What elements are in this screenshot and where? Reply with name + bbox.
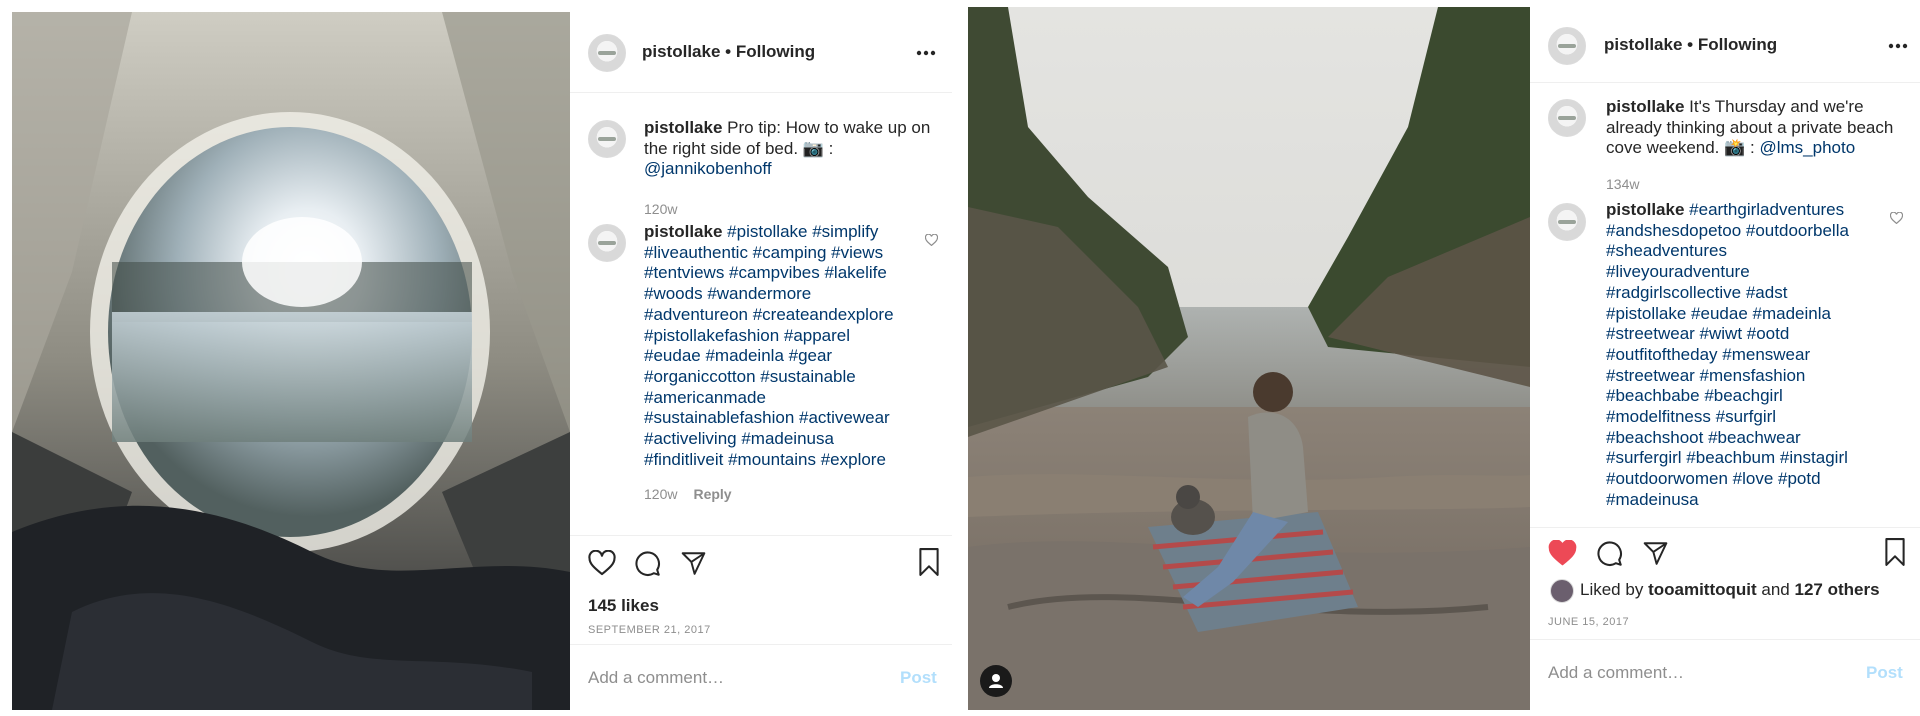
hashtag-line[interactable]: #beachshoot #beachwear <box>1606 428 1896 449</box>
post2-comment-divider <box>1530 639 1920 640</box>
save-bookmark-icon[interactable] <box>1884 538 1906 566</box>
hashtag-line[interactable]: #sheadventures <box>1606 241 1896 262</box>
post1-header-divider <box>570 92 952 93</box>
post2-photo[interactable] <box>968 7 1530 710</box>
reply-button[interactable]: Reply <box>693 486 731 502</box>
post1-header-avatar[interactable] <box>588 34 626 72</box>
more-options-icon[interactable] <box>916 50 936 56</box>
hashtag-line[interactable]: #eudae #madeinla #gear <box>644 346 924 367</box>
hashtag-line[interactable]: #pistollake #simplify <box>727 222 878 241</box>
post1-header-identity: pistollake • Following <box>642 42 815 62</box>
post1-comment-avatar[interactable] <box>588 224 626 262</box>
hashtag-line[interactable]: #americanmade <box>644 388 924 409</box>
post1-caption-avatar[interactable] <box>588 120 626 158</box>
liked-by-avatar[interactable] <box>1550 579 1574 603</box>
post2-comment-input[interactable] <box>1548 661 1828 685</box>
post2-caption-age: 134w <box>1606 176 1640 192</box>
hashtag-line[interactable]: #tentviews #campvibes #lakelife <box>644 263 924 284</box>
comment-line: pistollake #earthgirladventures <box>1606 200 1896 221</box>
post1-photo[interactable] <box>12 12 570 710</box>
hashtag-line[interactable]: #surfergirl #beachbum #instagirl <box>1606 448 1896 469</box>
comment-line: pistollake #pistollake #simplify <box>644 222 924 243</box>
post1-comment: pistollake #pistollake #simplify #liveau… <box>644 222 924 470</box>
hashtag-line[interactable]: #radgirlscollective #adst <box>1606 283 1896 304</box>
tagged-user-icon[interactable] <box>980 665 1012 697</box>
post2-header-separator: • <box>1682 35 1698 54</box>
comment-like-icon[interactable] <box>925 234 938 246</box>
liked-by-prefix: Liked by <box>1580 580 1644 599</box>
hashtag-line[interactable]: #madeinusa <box>1606 490 1896 511</box>
comment-bubble-icon[interactable] <box>1596 540 1623 567</box>
hashtag-line[interactable]: #streetwear #mensfashion <box>1606 366 1896 387</box>
post1-date: September 21, 2017 <box>588 624 711 636</box>
post1-actions-divider <box>570 535 952 536</box>
hashtag-line[interactable]: #activeliving #madeinusa <box>644 429 924 450</box>
post2-follow-status[interactable]: Following <box>1698 35 1777 54</box>
post2-caption-mention[interactable]: @lms_photo <box>1759 138 1855 157</box>
hashtag-line[interactable]: #liveyouradventure <box>1606 262 1896 283</box>
liked-by-and: and <box>1761 580 1790 599</box>
hashtag-line[interactable]: #organiccotton #sustainable <box>644 367 924 388</box>
post1-comment-age: 120w <box>644 486 678 502</box>
post2-header-identity: pistollake • Following <box>1604 35 1777 55</box>
post1-comment-meta: 120w Reply <box>644 486 732 502</box>
post2-date: June 15, 2017 <box>1548 616 1630 628</box>
post1-caption-mention[interactable]: @jannikobenhoff <box>644 159 772 178</box>
post1-header-separator: • <box>720 42 736 61</box>
hashtag-line[interactable]: #andshesdopetoo #outdoorbella <box>1606 221 1896 242</box>
hashtag-line[interactable]: #beachbabe #beachgirl <box>1606 386 1896 407</box>
post1-panel: pistollake • Following pistollake Pro ti… <box>570 12 952 710</box>
post1-caption: pistollake Pro tip: How to wake up on th… <box>644 118 934 180</box>
hashtag-line[interactable]: #pistollakefashion #apparel <box>644 326 924 347</box>
post2-comment-username[interactable]: pistollake <box>1606 200 1684 219</box>
liked-heart-icon[interactable] <box>1548 540 1577 566</box>
hashtag-line[interactable]: #woods #wandermore <box>644 284 924 305</box>
hashtag-line[interactable]: #liveauthentic #camping #views <box>644 243 924 264</box>
post2-comment-avatar[interactable] <box>1548 203 1586 241</box>
post2-panel: pistollake • Following pistollake It's T… <box>1530 7 1920 710</box>
hashtag-line[interactable]: #adventureon #createandexplore <box>644 305 924 326</box>
liked-by-others[interactable]: 127 others <box>1795 580 1880 599</box>
post2-caption-username[interactable]: pistollake <box>1606 97 1684 116</box>
post1-comment-input[interactable] <box>588 666 868 690</box>
hashtag-line[interactable]: #finditliveit #mountains #explore <box>644 450 924 471</box>
post1-comment-divider <box>570 644 952 645</box>
like-heart-icon[interactable] <box>588 550 616 576</box>
post2-post-button[interactable]: Post <box>1866 663 1903 683</box>
post1-comment-username[interactable]: pistollake <box>644 222 722 241</box>
comment-bubble-icon[interactable] <box>634 550 661 577</box>
post1-header-username[interactable]: pistollake <box>642 42 720 61</box>
hashtag-line[interactable]: #earthgirladventures <box>1689 200 1844 219</box>
post2-liked-by: Liked by tooamittoquit and 127 others <box>1580 580 1880 601</box>
post2-header-username[interactable]: pistollake <box>1604 35 1682 54</box>
hashtag-line[interactable]: #sustainablefashion #activewear <box>644 408 924 429</box>
more-options-icon[interactable] <box>1888 43 1908 49</box>
post1-post-button[interactable]: Post <box>900 668 937 688</box>
post2-header-avatar[interactable] <box>1548 27 1586 65</box>
post2-actions-divider <box>1530 527 1920 528</box>
hashtag-line[interactable]: #pistollake #eudae #madeinla <box>1606 304 1896 325</box>
hashtag-line[interactable]: #outdoorwomen #love #potd <box>1606 469 1896 490</box>
post2-caption-avatar[interactable] <box>1548 99 1586 137</box>
post1-caption-age: 120w <box>644 201 678 217</box>
post2-comment: pistollake #earthgirladventures #andshes… <box>1606 200 1896 511</box>
hashtag-line[interactable]: #modelfitness #surfgirl <box>1606 407 1896 428</box>
post2-header-divider <box>1530 82 1920 83</box>
hashtag-line[interactable]: #outfitoftheday #menswear <box>1606 345 1896 366</box>
hashtag-line[interactable]: #streetwear #wiwt #ootd <box>1606 324 1896 345</box>
liked-by-user[interactable]: tooamittoquit <box>1648 580 1757 599</box>
post2-caption: pistollake It's Thursday and we're alrea… <box>1606 97 1906 159</box>
post1-follow-status[interactable]: Following <box>736 42 815 61</box>
post1-caption-username[interactable]: pistollake <box>644 118 722 137</box>
save-bookmark-icon[interactable] <box>918 548 940 576</box>
share-send-icon[interactable] <box>1642 540 1669 566</box>
comment-like-icon[interactable] <box>1890 212 1903 224</box>
share-send-icon[interactable] <box>680 550 707 576</box>
post1-likes-count[interactable]: 145 likes <box>588 596 659 616</box>
